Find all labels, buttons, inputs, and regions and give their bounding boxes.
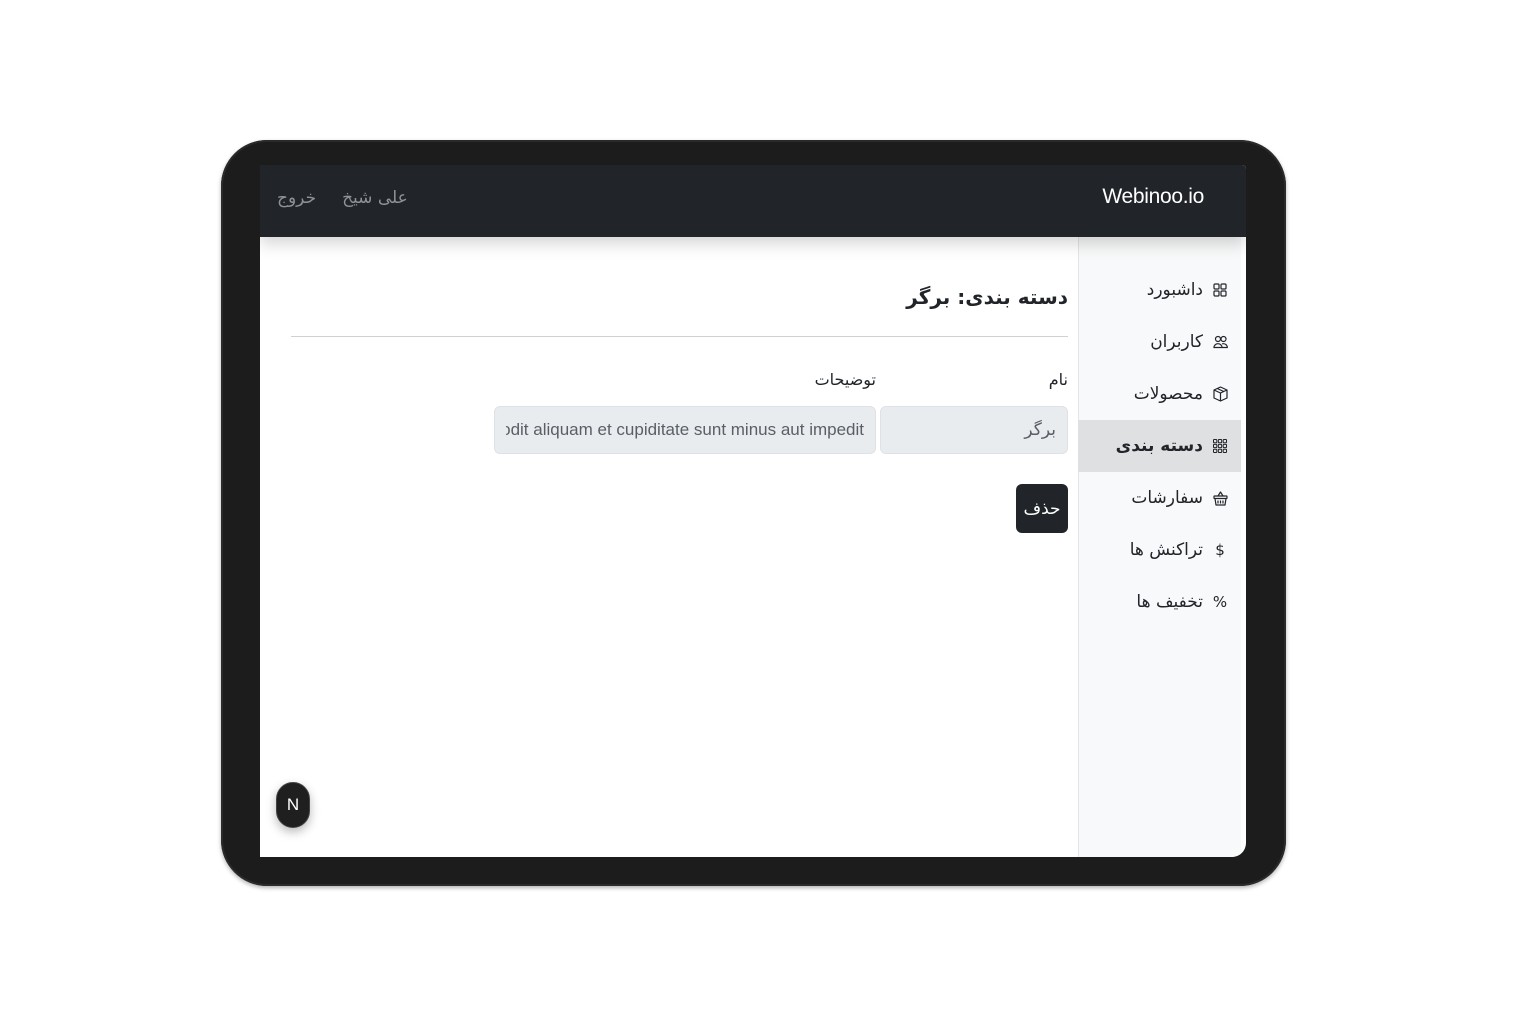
description-label: توضیحات — [814, 370, 876, 389]
sidebar-item-label: دسته بندی — [1115, 436, 1203, 456]
sidebar-item-discounts[interactable]: % تخفیف ها — [1078, 576, 1241, 628]
sidebar-item-label: کاربران — [1150, 332, 1203, 352]
app-screen: Webinoo.io خروج علی شیخ دسته بندی: برگر … — [260, 165, 1246, 857]
description-field[interactable] — [494, 406, 876, 454]
box-icon — [1212, 386, 1228, 402]
basket-icon — [1212, 490, 1228, 506]
dollar-icon: $ — [1215, 541, 1225, 559]
sidebar-item-orders[interactable]: سفارشات — [1078, 472, 1241, 524]
sidebar-item-users[interactable]: کاربران — [1078, 316, 1241, 368]
name-label: نام — [1048, 370, 1068, 389]
sidebar-item-label: تراکنش ها — [1129, 540, 1203, 560]
sidebar-item-dashboard[interactable]: داشبورد — [1078, 264, 1241, 316]
brand-link[interactable]: Webinoo.io — [1102, 185, 1204, 209]
users-icon — [1212, 334, 1228, 350]
delete-button[interactable]: حذف — [1016, 484, 1068, 533]
logout-link[interactable]: خروج — [277, 188, 316, 208]
title-divider — [291, 336, 1068, 337]
sidebar-item-label: داشبورد — [1146, 280, 1203, 300]
top-navbar: Webinoo.io خروج علی شیخ — [260, 165, 1246, 237]
sidebar-item-categories[interactable]: دسته بندی — [1078, 420, 1241, 472]
floating-action-badge[interactable]: N — [276, 782, 310, 828]
sidebar-item-transactions[interactable]: $ تراکنش ها — [1078, 524, 1241, 576]
navbar-user-links: خروج علی شیخ — [277, 188, 408, 208]
sidebar-item-label: تخفیف ها — [1136, 592, 1203, 612]
user-name-link[interactable]: علی شیخ — [342, 188, 408, 208]
main-content: دسته بندی: برگر نام توضیحات حذف — [260, 237, 1078, 857]
name-field[interactable] — [880, 406, 1068, 454]
page-title: دسته بندی: برگر — [906, 285, 1068, 309]
sidebar-item-label: سفارشات — [1131, 488, 1203, 508]
sidebar-item-products[interactable]: محصولات — [1078, 368, 1241, 420]
sidebar-item-label: محصولات — [1133, 384, 1203, 404]
grid-icon — [1212, 282, 1228, 298]
sidebar: داشبورد کاربران محصولات دسته بندی سفارشا… — [1078, 237, 1241, 857]
percent-icon: % — [1212, 593, 1228, 611]
grid-3x3-icon — [1212, 438, 1228, 454]
